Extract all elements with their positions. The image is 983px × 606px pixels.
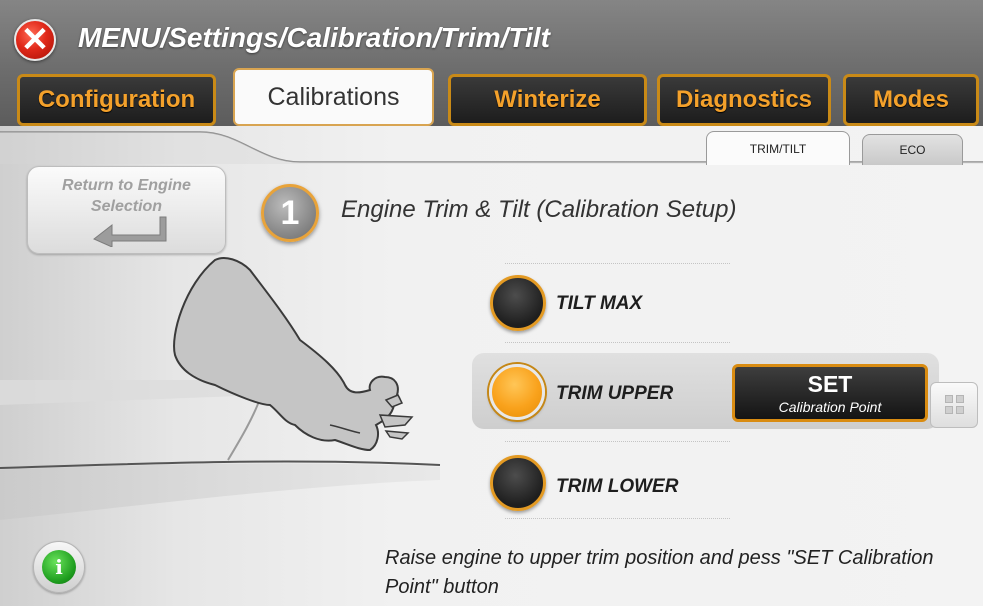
tilt-max-label: TILT MAX: [556, 293, 643, 314]
tilt-max-radio[interactable]: [490, 275, 546, 331]
return-button-label: Return to Engine Selection: [62, 177, 191, 215]
tab-modes[interactable]: Modes: [843, 74, 979, 126]
trim-upper-label: TRIM UPPER: [556, 383, 674, 404]
trim-lower-radio[interactable]: [490, 455, 546, 511]
close-icon: ✕: [20, 21, 50, 59]
set-button-title: SET: [807, 371, 853, 397]
page-title: Engine Trim & Tilt (Calibration Setup): [341, 196, 737, 223]
subtab-eco[interactable]: ECO: [862, 134, 963, 165]
divider: [505, 342, 730, 343]
grid-icon-cell: [945, 406, 953, 414]
grid-icon: [945, 395, 953, 403]
info-button[interactable]: i: [33, 541, 85, 593]
outboard-engine-illustration: [0, 257, 441, 520]
subtab-trim-tilt[interactable]: TRIM/TILT: [706, 131, 850, 165]
trim-lower-label: TRIM LOWER: [556, 476, 679, 497]
close-button[interactable]: ✕: [14, 19, 56, 61]
grid-button[interactable]: [930, 382, 978, 428]
set-calibration-point-button[interactable]: SET Calibration Point: [732, 364, 928, 422]
tab-winterize[interactable]: Winterize: [448, 74, 647, 126]
grid-icon-cell: [956, 395, 964, 403]
breadcrumb: MENU/Settings/Calibration/Trim/Tilt: [78, 22, 550, 53]
grid-icon-cell: [956, 406, 964, 414]
info-icon: i: [42, 550, 76, 584]
return-arrow-icon: [93, 216, 167, 247]
step-number: 1: [280, 193, 300, 232]
tab-configuration[interactable]: Configuration: [17, 74, 216, 126]
divider: [505, 518, 730, 519]
divider: [505, 441, 730, 442]
set-button-subtitle: Calibration Point: [778, 399, 882, 415]
trim-upper-radio[interactable]: [489, 364, 545, 420]
instruction-text: Raise engine to upper trim position and …: [385, 547, 934, 598]
tab-diagnostics[interactable]: Diagnostics: [657, 74, 831, 126]
step-number-badge: 1: [261, 184, 319, 242]
tab-calibrations[interactable]: Calibrations: [233, 68, 434, 126]
divider: [505, 263, 730, 264]
return-to-engine-selection-button[interactable]: Return to Engine Selection: [27, 166, 226, 254]
